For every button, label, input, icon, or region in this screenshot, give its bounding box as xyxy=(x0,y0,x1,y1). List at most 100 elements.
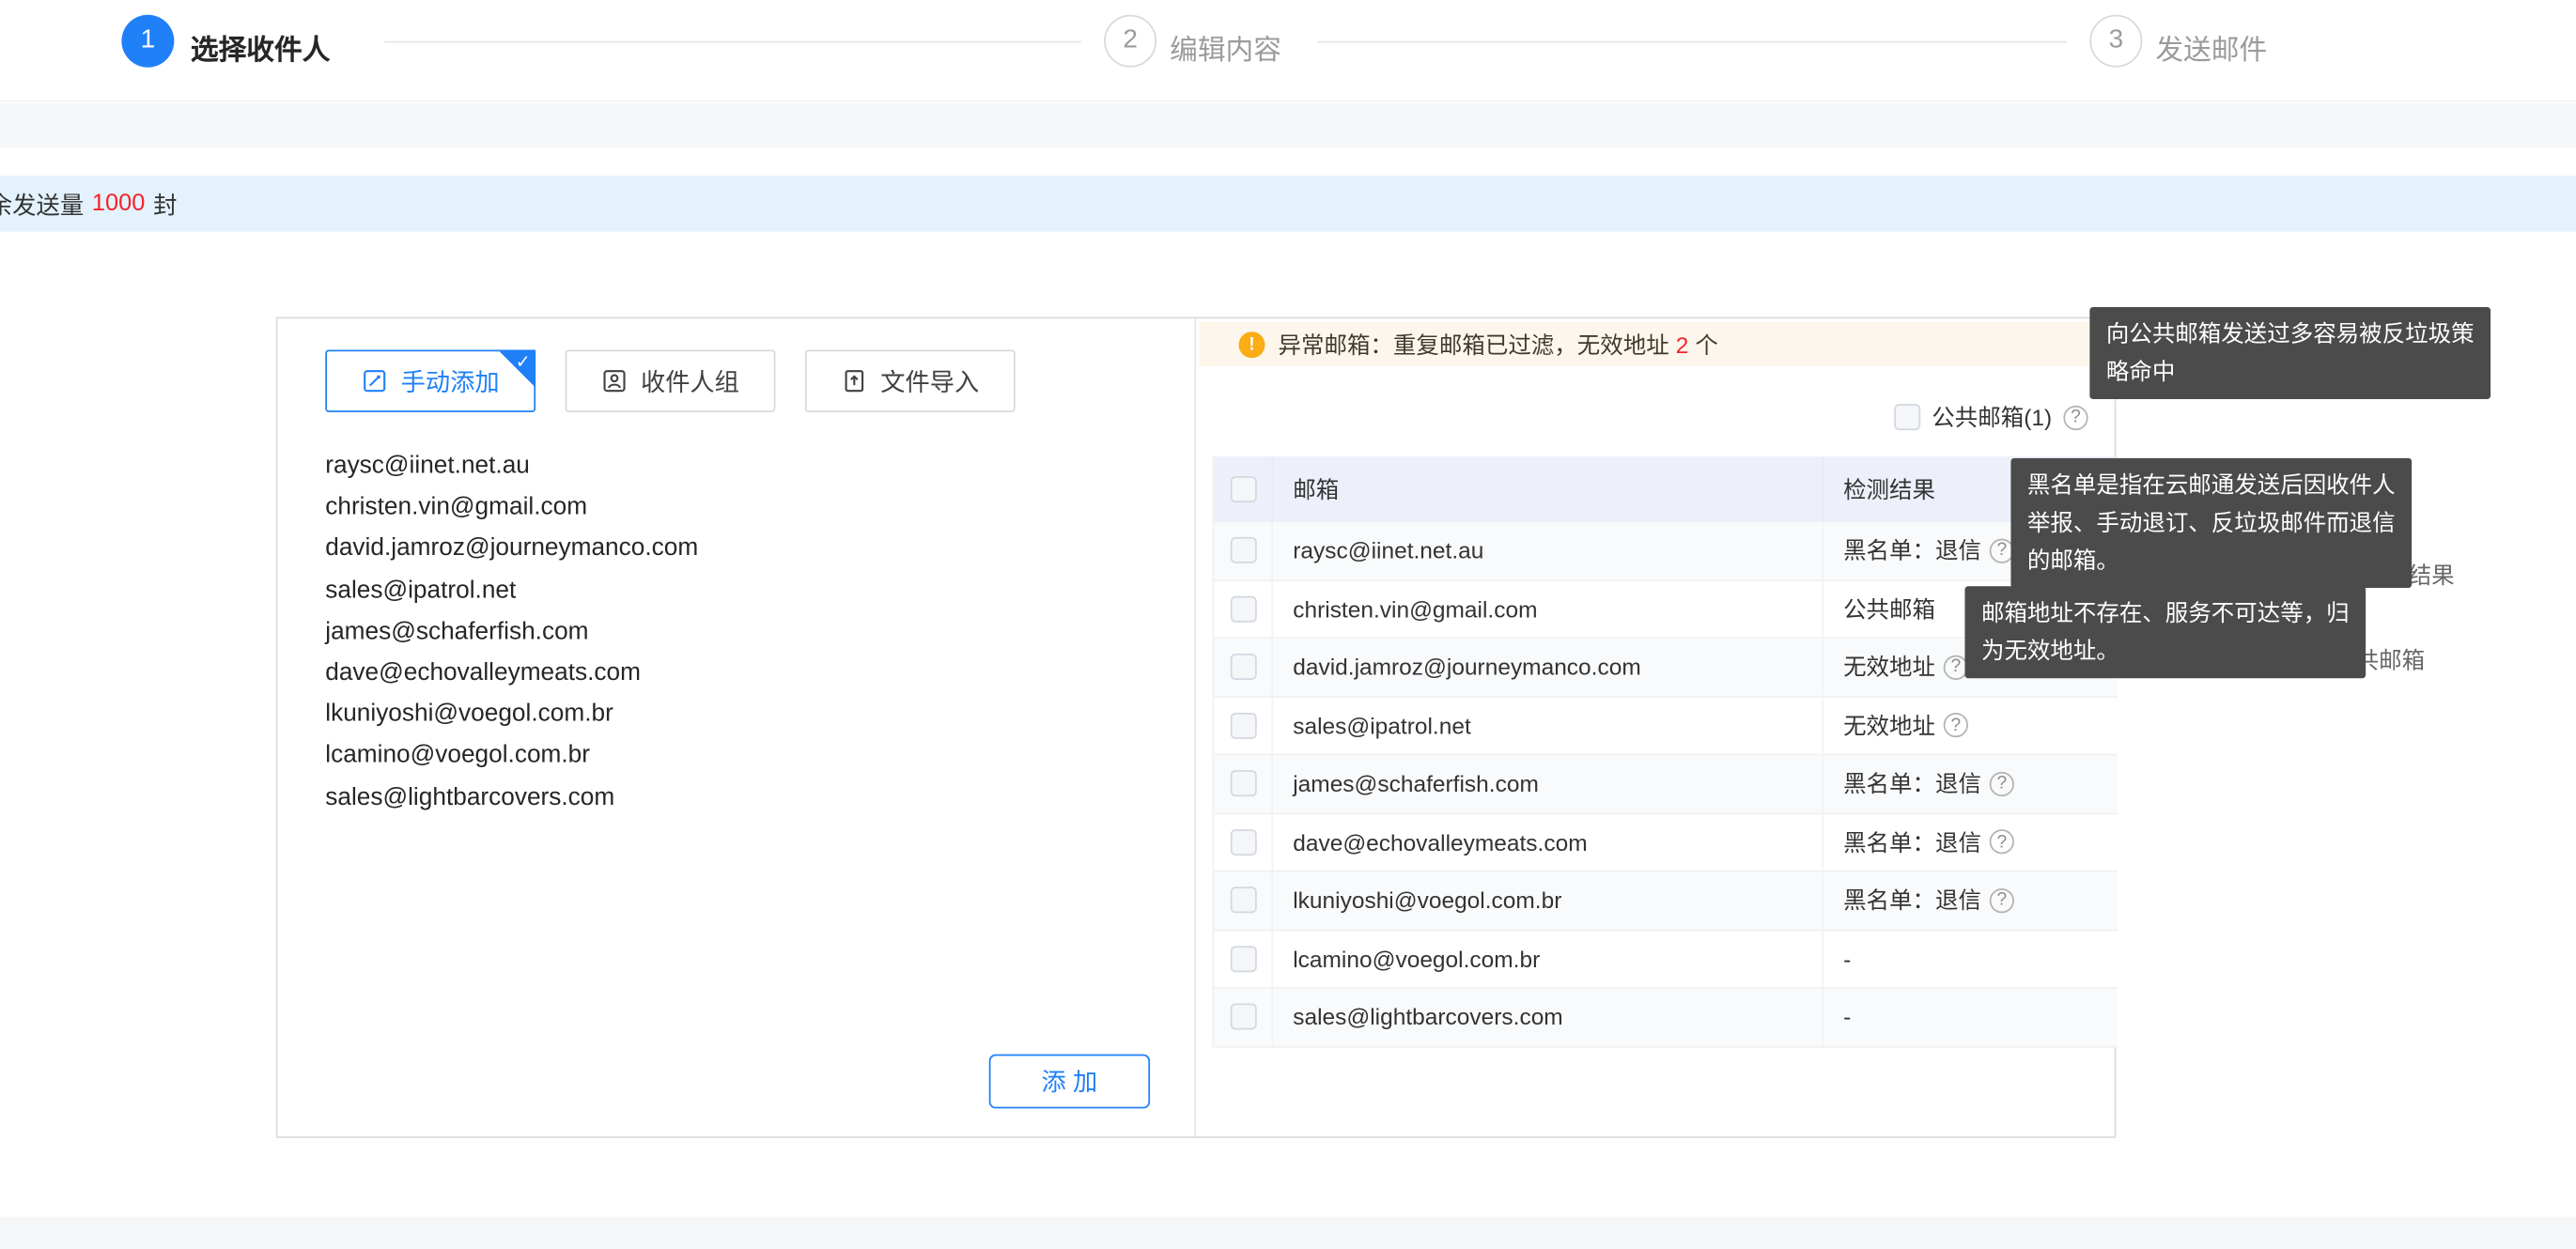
recipient-group-icon xyxy=(601,368,628,394)
row-checkbox[interactable] xyxy=(1230,946,1256,972)
step-3-circle: 3 xyxy=(2089,15,2142,68)
row-checkbox[interactable] xyxy=(1230,713,1256,739)
manual-add-icon xyxy=(362,368,388,394)
row-checkbox-cell xyxy=(1214,697,1271,753)
row-result: 黑名单：退信 xyxy=(1843,884,1981,917)
tooltip-blacklist: 黑名单是指在云邮通发送后因收件人 举报、手动退订、反垃圾邮件而退信 的邮箱。 xyxy=(2010,458,2412,588)
row-email: lkuniyoshi@voegol.com.br xyxy=(1272,872,1823,929)
recipient-email-line: dave@echovalleymeats.com xyxy=(325,652,698,693)
recipient-email-line: lcamino@voegol.com.br xyxy=(325,734,698,776)
row-checkbox[interactable] xyxy=(1230,1004,1256,1030)
file-import-icon xyxy=(841,368,867,394)
step-connector-line xyxy=(1317,41,2066,43)
warning-text: 异常邮箱：重复邮箱已过滤，无效地址 xyxy=(1279,331,1669,357)
add-button[interactable]: 添 加 xyxy=(989,1055,1150,1109)
quota-text: 余发送量 1000 封 xyxy=(0,176,177,231)
public-mailbox-filter: 公共邮箱(1) ? xyxy=(1894,401,2088,434)
row-email: james@schaferfish.com xyxy=(1272,755,1823,811)
step-2-label: 编辑内容 xyxy=(1170,26,1281,68)
row-checkbox[interactable] xyxy=(1230,771,1256,797)
row-result: - xyxy=(1843,946,1851,972)
row-checkbox-cell xyxy=(1214,931,1271,987)
public-mailbox-checkbox[interactable] xyxy=(1894,404,1920,430)
check-result-table: 邮箱 检测结果 raysc@iinet.net.au 黑名单：退信? chris… xyxy=(1213,456,2118,1047)
row-checkbox[interactable] xyxy=(1230,595,1256,622)
header-email: 邮箱 xyxy=(1272,456,1823,522)
table-row: sales@ipatrol.net 无效地址? xyxy=(1214,697,2118,755)
invalid-count: 2 xyxy=(1676,331,1689,357)
recipient-email-line: sales@lightbarcovers.com xyxy=(325,776,698,817)
table-row: james@schaferfish.com 黑名单：退信? xyxy=(1214,755,2118,813)
tooltip-line: 略命中 xyxy=(2106,353,2475,391)
tooltip-line: 向公共邮箱发送过多容易被反垃圾策 xyxy=(2106,316,2475,353)
check-icon: ✓ xyxy=(516,351,531,373)
table-row: lcamino@voegol.com.br - xyxy=(1214,931,2118,989)
row-checkbox[interactable] xyxy=(1230,537,1256,563)
tab-recipient-group[interactable]: 收件人组 xyxy=(566,349,776,411)
row-result-cell: 黑名单：退信? xyxy=(1822,813,2118,870)
warning-message: 异常邮箱：重复邮箱已过滤，无效地址 2个 xyxy=(1279,328,1718,361)
row-result: 无效地址 xyxy=(1843,709,1935,742)
table-header: 邮箱 检测结果 xyxy=(1214,456,2118,522)
row-checkbox-cell xyxy=(1214,755,1271,811)
step-connector-line xyxy=(384,41,1080,43)
abnormal-mailbox-warning: ! 异常邮箱：重复邮箱已过滤，无效地址2个 xyxy=(1200,322,2115,366)
step-2-circle: 2 xyxy=(1104,15,1156,68)
row-result-cell: - xyxy=(1822,989,2118,1045)
quota-prefix: 余发送量 xyxy=(0,186,84,221)
tooltip-line: 举报、手动退订、反垃圾邮件而退信 xyxy=(2027,504,2396,542)
tooltip-line: 为无效地址。 xyxy=(1981,632,2350,670)
row-result-cell: 黑名单：退信? xyxy=(1822,755,2118,811)
help-icon[interactable]: ? xyxy=(1990,888,2014,913)
check-result-pane: ! 异常邮箱：重复邮箱已过滤，无效地址2个 公共邮箱(1) ? 邮箱 检测结果 xyxy=(1196,318,2118,1136)
tab-recipient-group-label: 收件人组 xyxy=(641,363,739,398)
quota-count: 1000 xyxy=(92,191,145,217)
quota-banner: 余发送量 1000 封 xyxy=(0,176,2576,231)
recipient-email-line: christen.vin@gmail.com xyxy=(325,486,698,528)
row-result: 黑名单：退信 xyxy=(1843,825,1981,858)
divider-band xyxy=(0,103,2576,147)
step-progress-bar: 1 选择收件人 2 编辑内容 3 发送邮件 xyxy=(0,0,2576,101)
table-row: dave@echovalleymeats.com 黑名单：退信? xyxy=(1214,813,2118,871)
occluded-text-fragment: 共邮箱 xyxy=(2356,643,2425,676)
page: 1 选择收件人 2 编辑内容 3 发送邮件 余发送量 1000 封 手动添加 xyxy=(0,0,2576,1249)
warning-unit: 个 xyxy=(1695,331,1717,357)
row-checkbox-cell xyxy=(1214,872,1271,929)
public-mailbox-label: 公共邮箱(1) xyxy=(1932,401,2052,434)
row-result: 无效地址 xyxy=(1843,651,1935,684)
recipient-input-area[interactable]: raysc@iinet.net.au christen.vin@gmail.co… xyxy=(325,445,698,818)
quota-suffix: 封 xyxy=(153,186,177,221)
tooltip-line: 黑名单是指在云邮通发送后因收件人 xyxy=(2027,467,2396,504)
tab-file-import[interactable]: 文件导入 xyxy=(805,349,1016,411)
row-result-cell: 无效地址? xyxy=(1822,697,2118,753)
row-result-cell: - xyxy=(1822,931,2118,987)
row-email: dave@echovalleymeats.com xyxy=(1272,813,1823,870)
step-3-number: 3 xyxy=(2109,26,2124,55)
table-row: raysc@iinet.net.au 黑名单：退信? xyxy=(1214,522,2118,580)
row-result: 黑名单：退信 xyxy=(1843,767,1981,800)
header-checkbox-cell xyxy=(1214,456,1271,522)
help-icon[interactable]: ? xyxy=(2063,405,2087,429)
step-3-label: 发送邮件 xyxy=(2155,26,2267,68)
row-email: sales@ipatrol.net xyxy=(1272,697,1823,753)
recipient-card: 手动添加 ✓ 收件人组 文件导入 raysc@ xyxy=(276,317,2117,1138)
row-email: david.jamroz@journeymanco.com xyxy=(1272,639,1823,695)
step-1-circle: 1 xyxy=(121,15,174,68)
row-email: christen.vin@gmail.com xyxy=(1272,580,1823,637)
table-row: lkuniyoshi@voegol.com.br 黑名单：退信? xyxy=(1214,872,2118,931)
row-checkbox[interactable] xyxy=(1230,887,1256,914)
tooltip-invalid-address: 邮箱地址不存在、服务不可达等，归 为无效地址。 xyxy=(1964,586,2366,678)
recipient-email-line: sales@ipatrol.net xyxy=(325,569,698,610)
help-icon[interactable]: ? xyxy=(1990,771,2014,795)
tab-manual-add[interactable]: 手动添加 ✓ xyxy=(325,349,535,411)
tab-manual-add-label: 手动添加 xyxy=(401,363,500,398)
row-checkbox[interactable] xyxy=(1230,829,1256,856)
help-icon[interactable]: ? xyxy=(1944,713,1968,737)
select-all-checkbox[interactable] xyxy=(1230,476,1256,502)
row-checkbox[interactable] xyxy=(1230,654,1256,680)
row-checkbox-cell xyxy=(1214,989,1271,1045)
row-checkbox-cell xyxy=(1214,813,1271,870)
row-email: lcamino@voegol.com.br xyxy=(1272,931,1823,987)
help-icon[interactable]: ? xyxy=(1990,830,2014,855)
tooltip-public-mailbox: 向公共邮箱发送过多容易被反垃圾策 略命中 xyxy=(2089,307,2491,399)
